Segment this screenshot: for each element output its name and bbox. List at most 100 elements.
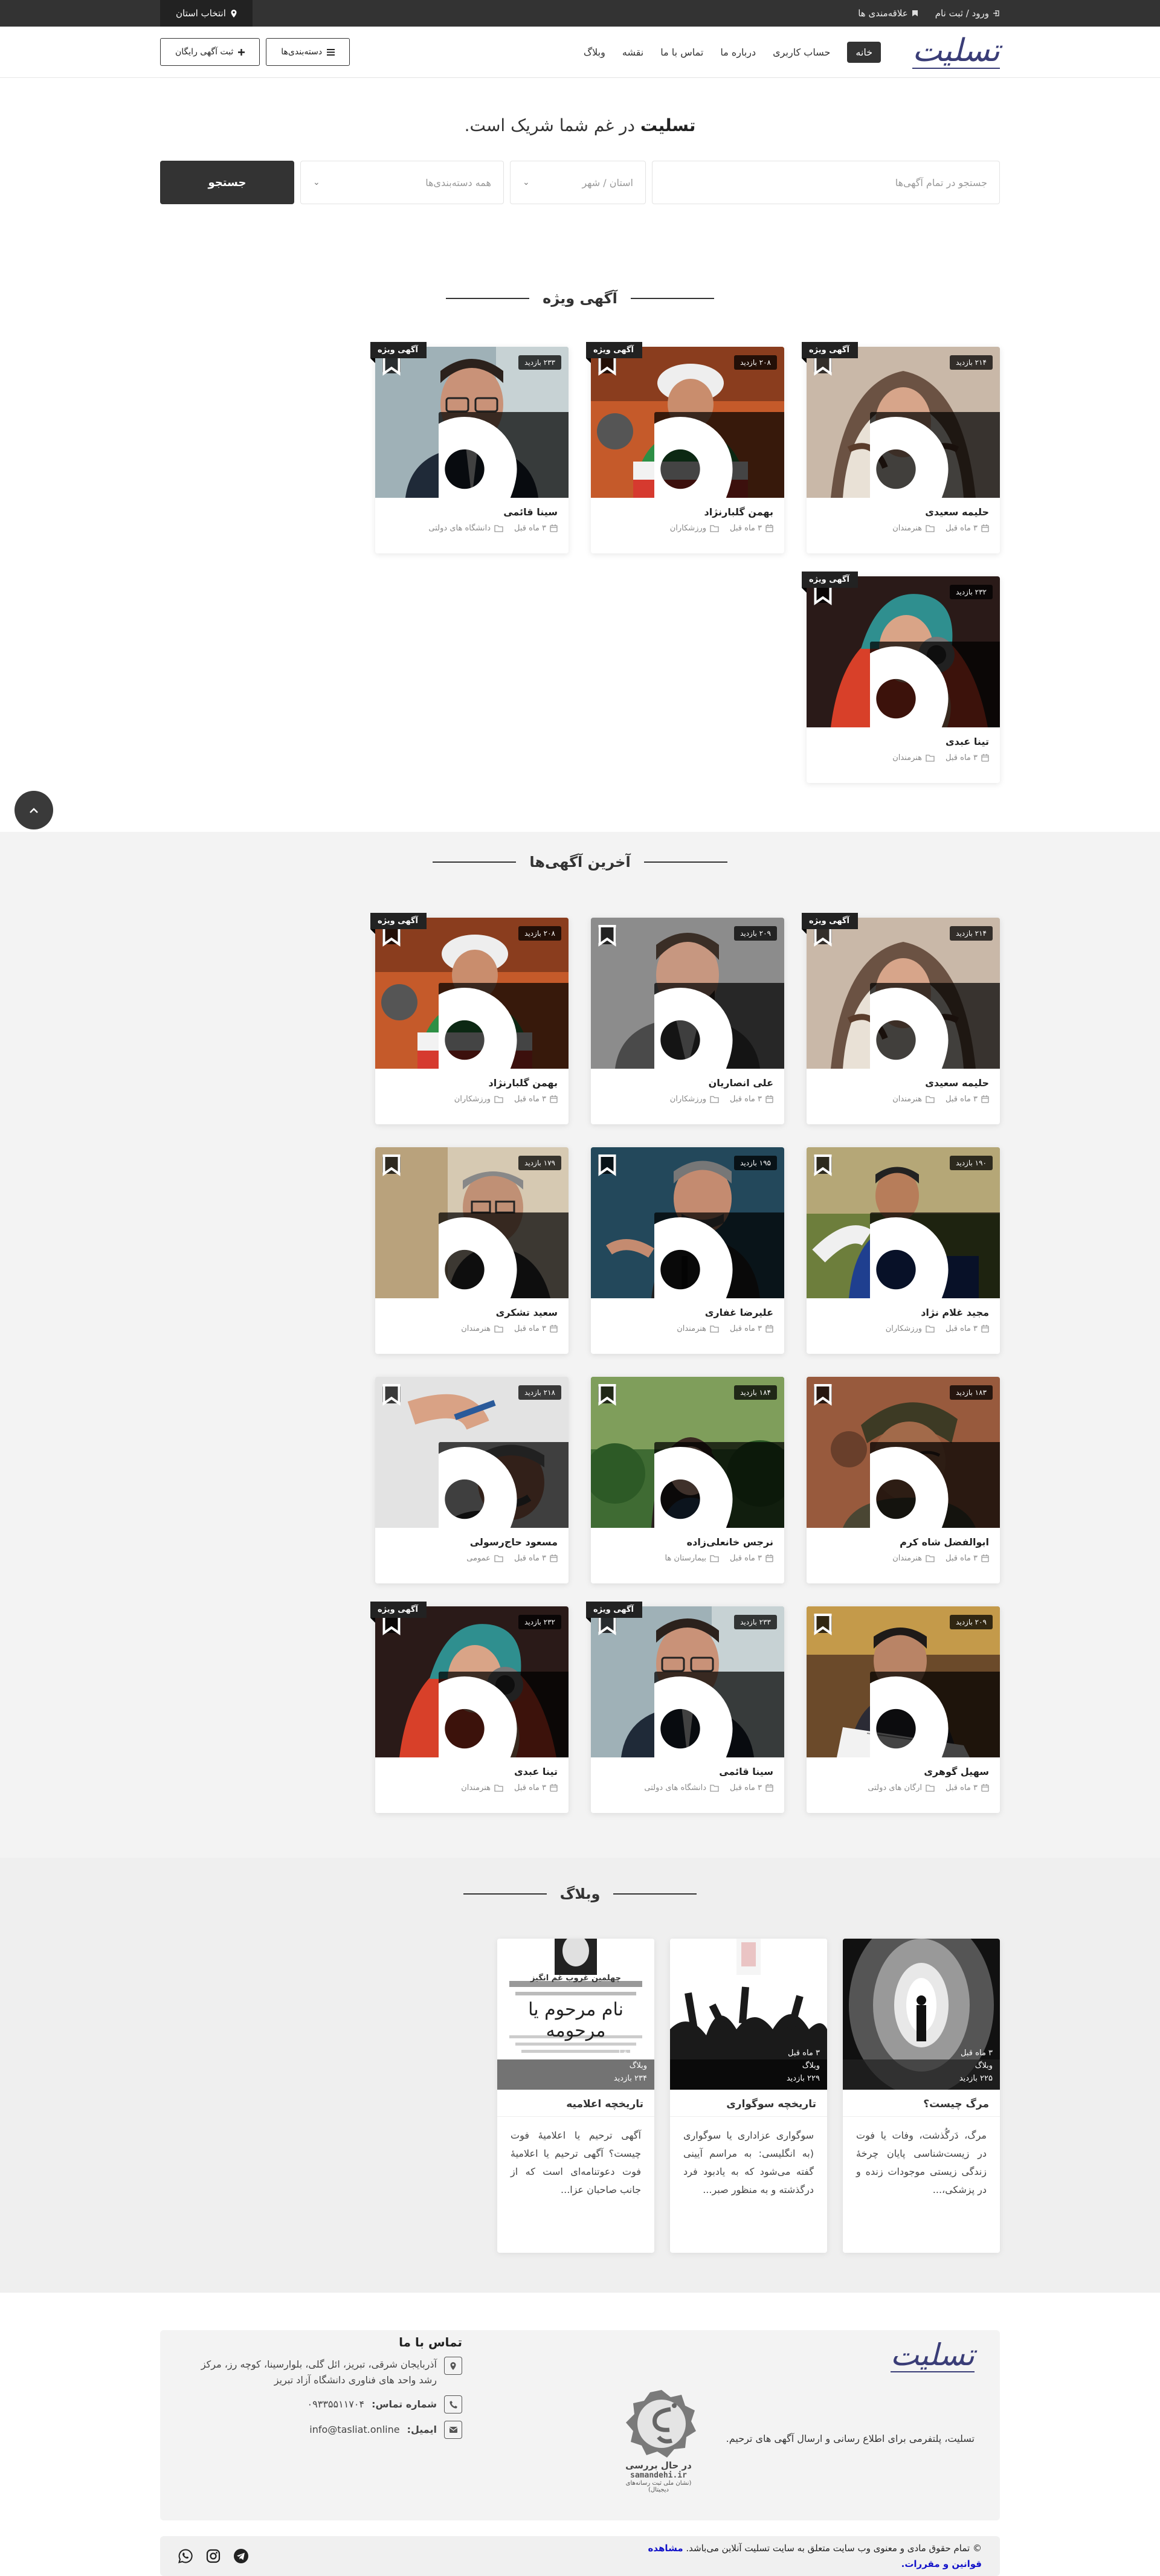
location-badge[interactable]: استان آذربایجان شرقی... xyxy=(439,412,569,498)
bookmark-button[interactable] xyxy=(814,1614,832,1635)
bookmark-button[interactable] xyxy=(382,1384,401,1406)
ad-photo[interactable]: ۲۳۳ بازدید استان آذربایجان شرقی... xyxy=(591,1606,784,1757)
location-badge[interactable]: استان گیلان › لاهیجان xyxy=(654,1442,784,1528)
blog-card[interactable]: ۳ ماه قبل وبلاگ ۲۲۵ بازدید مرگ چیست؟ مرگ، دَ… xyxy=(843,1939,1000,2253)
ad-name[interactable]: بهمن گلبارنژاد xyxy=(386,1077,558,1089)
ad-category[interactable]: هنرمندان xyxy=(892,1554,935,1563)
nav-blog[interactable]: وبلاگ xyxy=(584,47,605,58)
ad-name[interactable]: ابوالفضل شاه کرم xyxy=(817,1536,989,1548)
favorites-link[interactable]: علاقه‌مندی ها xyxy=(858,8,918,19)
ad-name[interactable]: تینا عبدی xyxy=(386,1766,558,1777)
nav-home[interactable]: خانه xyxy=(847,41,881,63)
ad-category[interactable]: هنرمندان xyxy=(677,1324,719,1333)
site-logo[interactable]: تسلیت xyxy=(912,35,1000,69)
ad-name[interactable]: حلیمه سعیدی xyxy=(817,506,989,518)
ad-card[interactable]: ۲۱۴ بازدید استان قزوین › قزوین آگهی ویژه حل… xyxy=(802,913,1000,1124)
ad-category[interactable]: ورزشکاران xyxy=(670,1095,719,1104)
ad-photo[interactable]: ۱۷۹ بازدید استان خراسان رضوی ›... xyxy=(375,1147,569,1298)
ad-photo[interactable]: ۲۰۸ بازدید استان خوزستان › آبادان xyxy=(591,347,784,498)
ad-photo[interactable]: ۲۱۸ بازدید استان کردستان › سنندج xyxy=(375,1377,569,1528)
ad-photo[interactable]: ۱۹۰ بازدید استان تهران › تهران xyxy=(807,1147,1000,1298)
ad-name[interactable]: سهیل گوهری xyxy=(817,1766,989,1777)
search-button[interactable]: جستجو xyxy=(160,161,294,204)
ad-category[interactable]: دانشگاه های دولتی xyxy=(644,1783,719,1792)
login-link[interactable]: ورود / ثبت نام xyxy=(935,8,1000,19)
ad-name[interactable]: بهمن گلبارنژاد xyxy=(602,506,773,518)
post-ad-button[interactable]: ثبت آگهی رایگان xyxy=(160,38,260,66)
location-badge[interactable]: استان تهران › تهران xyxy=(654,983,784,1069)
ad-card[interactable]: ۱۷۹ بازدیداستان خراسان رضوی ›...سعید تشک… xyxy=(375,1147,569,1354)
ad-category[interactable]: هنرمندان xyxy=(892,524,935,533)
ad-photo[interactable]: ۱۸۴ بازدید استان گیلان › لاهیجان xyxy=(591,1377,784,1528)
province-select-button[interactable]: انتخاب استان xyxy=(160,0,253,27)
location-badge[interactable]: استان آذربایجان شرقی... xyxy=(870,642,1000,727)
ad-photo[interactable]: ۲۰۹ بازدید استان تهران › تهران xyxy=(807,1606,1000,1757)
ad-photo[interactable]: ۲۳۲ بازدید استان آذربایجان شرقی... xyxy=(807,576,1000,727)
ad-card[interactable]: ۲۳۲ بازدید استان آذربایجان شرقی... آگهی وی… xyxy=(802,572,1000,783)
location-badge[interactable]: استان قزوین › قزوین xyxy=(870,983,1000,1069)
ad-category[interactable]: هنرمندان xyxy=(892,1095,935,1104)
nav-contact[interactable]: تماس با ما xyxy=(660,47,703,58)
ad-card[interactable]: ۱۹۵ بازدیداستان تهران › تهرانعلیرضا غفار… xyxy=(591,1147,784,1354)
nav-about[interactable]: درباره ما xyxy=(720,47,756,58)
ad-category[interactable]: ارگان های دولتی xyxy=(868,1783,935,1792)
ad-card[interactable]: ۲۳۲ بازدید استان آذربایجان شرقی... آگهی وی… xyxy=(370,1602,569,1813)
location-badge[interactable]: استان قزوین › قزوین xyxy=(870,412,1000,498)
ad-photo[interactable]: ۲۰۹ بازدید استان تهران › تهران xyxy=(591,918,784,1069)
ad-card[interactable]: ۱۸۴ بازدیداستان گیلان › لاهیجان نرجس خانع… xyxy=(591,1377,784,1583)
samandehi-seal[interactable]: در حال بررسی samandehi.ir (نشان ملی ثبت … xyxy=(616,2388,701,2493)
ad-photo[interactable]: ۲۰۸ بازدید استان خوزستان › آبادان xyxy=(375,918,569,1069)
blog-photo[interactable]: ۳ ماه قبل وبلاگ ۲۲۵ بازدید xyxy=(843,1939,1000,2090)
footer-logo[interactable]: تسلیت xyxy=(890,2340,975,2372)
location-badge[interactable]: استان آذربایجان شرقی... xyxy=(439,1672,569,1757)
ad-card[interactable]: ۲۱۴ بازدید استان قزوین › قزوین آگهی ویژه حل… xyxy=(802,342,1000,553)
bookmark-button[interactable] xyxy=(814,1384,832,1406)
ad-card[interactable]: ۲۰۸ بازدید استان خوزستان › آبادان آگهی ویژ… xyxy=(370,913,569,1124)
ad-name[interactable]: مجید غلام نژاد xyxy=(817,1307,989,1318)
ad-card[interactable]: ۲۱۸ بازدیداستان کردستان › سنندجمسعود حاج… xyxy=(375,1377,569,1583)
location-badge[interactable]: استان خراسان رضوی ›... xyxy=(439,1212,569,1298)
ad-card[interactable]: ۲۰۸ بازدید استان خوزستان › آبادان آگهی ویژ… xyxy=(586,342,784,553)
ad-name[interactable]: سینا قائمی xyxy=(386,506,558,518)
blog-title[interactable]: تاریخچه سوگواری xyxy=(670,2090,827,2117)
ad-category[interactable]: عمومی xyxy=(466,1554,503,1563)
email-value[interactable]: info@tasliat.online xyxy=(309,2422,399,2438)
whatsapp-icon[interactable] xyxy=(178,2549,193,2563)
blog-title[interactable]: مرگ چیست؟ xyxy=(843,2090,1000,2117)
location-badge[interactable]: استان تهران › تهران xyxy=(870,1442,1000,1528)
category-dropdown[interactable]: همه دسته‌بندی‌ها ⌄ xyxy=(300,161,504,204)
ad-photo[interactable]: ۲۱۴ بازدید استان قزوین › قزوین xyxy=(807,918,1000,1069)
location-badge[interactable]: استان آذربایجان شرقی... xyxy=(654,1672,784,1757)
ad-name[interactable]: نرجس خانعلی‌زاده xyxy=(602,1536,773,1548)
ad-photo[interactable]: ۱۹۵ بازدید استان تهران › تهران xyxy=(591,1147,784,1298)
instagram-icon[interactable] xyxy=(206,2549,221,2563)
ad-card[interactable]: ۲۳۳ بازدید استان آذربایجان شرقی... آگهی وی… xyxy=(586,1602,784,1813)
scroll-top-button[interactable] xyxy=(14,791,53,829)
bookmark-button[interactable] xyxy=(598,925,616,947)
nav-account[interactable]: حساب کاربری xyxy=(773,47,830,58)
ad-category[interactable]: دانشگاه های دولتی xyxy=(428,524,503,533)
ad-name[interactable]: حلیمه سعیدی xyxy=(817,1077,989,1089)
ad-category[interactable]: ورزشکاران xyxy=(670,524,719,533)
province-dropdown[interactable]: استان / شهر ⌄ xyxy=(510,161,646,204)
ad-card[interactable]: ۲۳۳ بازدید استان آذربایجان شرقی... آگهی وی… xyxy=(370,342,569,553)
ad-name[interactable]: تینا عبدی xyxy=(817,736,989,747)
search-input[interactable]: جستجو در تمام آگهی‌ها xyxy=(652,161,1000,204)
ad-name[interactable]: علی انصاریان xyxy=(602,1077,773,1089)
location-badge[interactable]: استان کردستان › سنندج xyxy=(439,1442,569,1528)
ad-category[interactable]: ورزشکاران xyxy=(886,1324,935,1333)
ad-photo[interactable]: ۱۸۳ بازدید استان تهران › تهران xyxy=(807,1377,1000,1528)
ad-card[interactable]: ۱۸۳ بازدیداستان تهران › تهران ابوالفضل شا… xyxy=(807,1377,1000,1583)
ad-card[interactable]: ۲۰۹ بازدید استان تهران › تهران سهیل گوهری ۳… xyxy=(807,1606,1000,1813)
bookmark-button[interactable] xyxy=(598,1154,616,1176)
location-badge[interactable]: استان خوزستان › آبادان xyxy=(439,983,569,1069)
ad-name[interactable]: سینا قائمی xyxy=(602,1766,773,1777)
location-badge[interactable]: استان تهران › تهران xyxy=(870,1672,1000,1757)
nav-map[interactable]: نقشه xyxy=(622,47,643,58)
location-badge[interactable]: استان تهران › تهران xyxy=(654,1212,784,1298)
blog-photo[interactable]: چهلمین غروب غم انگیز نام مرحوم یا مرحومه ۴… xyxy=(497,1939,654,2090)
rules-link[interactable]: قوانین و مقررات. xyxy=(901,2558,982,2569)
bookmark-button[interactable] xyxy=(814,1154,832,1176)
ad-category[interactable]: ورزشکاران xyxy=(454,1095,503,1104)
location-badge[interactable]: استان خوزستان › آبادان xyxy=(654,412,784,498)
